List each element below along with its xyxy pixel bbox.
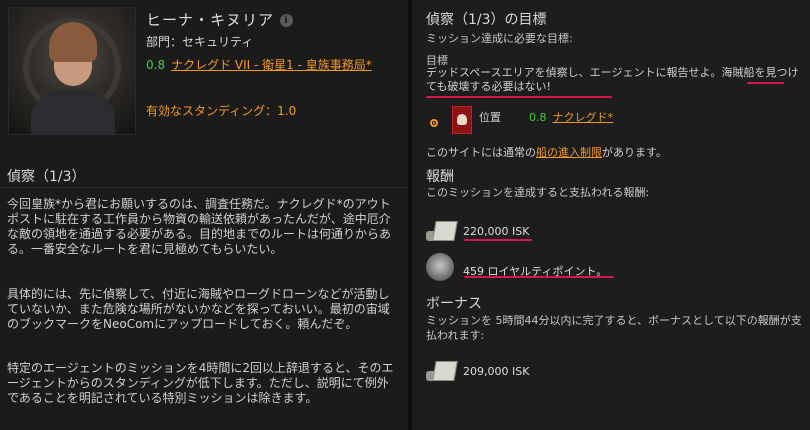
highlight-underline — [464, 239, 532, 241]
agent-name[interactable]: ヒーナ・キヌリア — [146, 11, 274, 29]
effective-standing: 有効なスタンディング：1.0 — [146, 104, 297, 118]
highlight-underline — [464, 276, 614, 278]
highlight-underline — [426, 96, 612, 98]
loyalty-points-icon[interactable] — [426, 253, 454, 281]
agent-name-row: ヒーナ・キヌリア i — [146, 9, 294, 30]
radio-icon[interactable] — [430, 119, 438, 127]
highlight-underline — [747, 82, 784, 84]
isk-icon[interactable] — [426, 217, 458, 243]
bonus-isk-value: 209,000 ISK — [463, 365, 530, 378]
ship-restriction-link[interactable]: 船の進入制限 — [536, 146, 602, 159]
isk-reward-value: 220,000 ISK — [463, 225, 530, 238]
objectives-panel: 偵察（1/3）の目標 ミッション達成に必要な目標: 目標 デッドスペースエリアを… — [412, 0, 810, 430]
mission-decline-warning: 特定のエージェントのミッションを4時間に2回以上辞退すると、そのエージェントから… — [7, 361, 394, 405]
bonus-isk-row: 209,000 ISK — [426, 355, 726, 387]
agent-department: 部門：セキュリティ — [146, 35, 254, 49]
rewards-subtitle: このミッションを達成すると支払われる報酬: — [426, 186, 650, 199]
lp-reward-row: 459 ロイヤルティポイント。 — [426, 253, 726, 285]
bonus-title: ボーナス — [426, 296, 482, 312]
divider — [0, 187, 408, 188]
site-text-suffix: があります。 — [602, 146, 667, 159]
isk-reward-row: 220,000 ISK — [426, 215, 726, 247]
agent-location-link[interactable]: ナクレグド VII - 衛星1 - 皇族事務局* — [171, 58, 372, 72]
location-security: 0.8 — [529, 111, 547, 124]
rewards-title: 報酬 — [426, 169, 454, 185]
isk-icon[interactable] — [426, 357, 458, 383]
mission-description-paragraph: 今回皇族*から君にお願いするのは、調査任務だ。ナクレグド*のアウトポストに駐在す… — [7, 197, 392, 256]
portrait-hair — [49, 22, 97, 62]
mission-title: 偵察（1/3） — [7, 169, 86, 185]
agent-portrait[interactable] — [8, 7, 136, 135]
site-text-prefix: このサイトには通常の — [426, 146, 536, 159]
mission-description-paragraph: 具体的には、先に偵察して、付近に海賊やローグドローンなどが活動していないか、また… — [7, 287, 390, 331]
objectives-subtitle: ミッション達成に必要な目標: — [426, 32, 573, 45]
agent-location: 0.8 ナクレグド VII - 衛星1 - 皇族事務局* — [146, 58, 391, 73]
objective-text: デッドスペースエリアを偵察し、エージェントに報告せよ。海賊船を見つけても破壊する… — [426, 66, 799, 93]
objective-location-link[interactable]: ナクレグド* — [553, 111, 614, 124]
objective-location: 0.8 ナクレグド* — [529, 109, 613, 125]
portrait-body — [31, 90, 115, 134]
location-icon[interactable] — [452, 106, 472, 134]
info-icon[interactable]: i — [280, 14, 294, 27]
location-label: 位置 — [479, 111, 501, 124]
objectives-title: 偵察（1/3）の目標 — [426, 12, 547, 28]
agent-panel: ヒーナ・キヌリア i 部門：セキュリティ 0.8 ナクレグド VII - 衛星1 -… — [0, 0, 408, 430]
site-restriction-text: このサイトには通常の船の進入制限があります。 — [426, 144, 667, 160]
bonus-text: ミッションを 5時間44分以内に完了すると、ボーナスとして以下の報酬が支払われま… — [426, 314, 802, 342]
security-status: 0.8 — [146, 58, 166, 72]
